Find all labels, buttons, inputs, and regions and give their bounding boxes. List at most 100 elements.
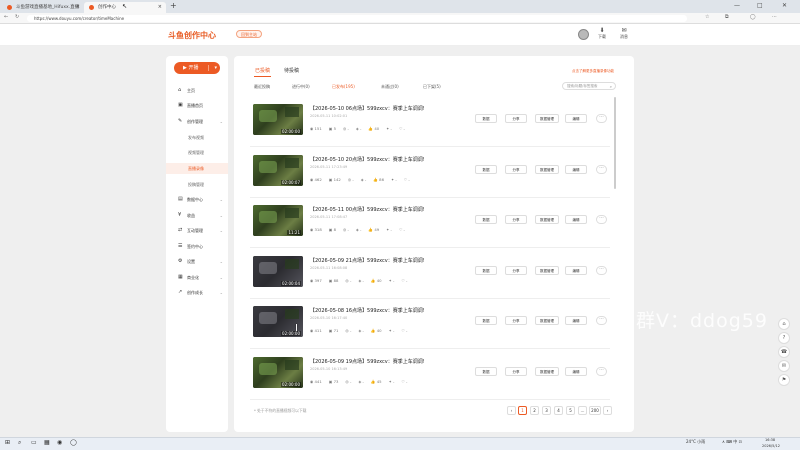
back-to-main-site-button[interactable]: 回到主站	[236, 30, 262, 38]
more-options-icon[interactable]: ···	[596, 367, 607, 376]
collections-icon[interactable]: ⧉	[725, 14, 729, 20]
avatar[interactable]	[578, 29, 589, 40]
close-tab-icon[interactable]: ×	[158, 2, 162, 13]
more-options-icon[interactable]: ···	[596, 215, 607, 224]
filter-published[interactable]: 已发布(195)	[332, 84, 355, 90]
video-thumbnail[interactable]: 02:00:04	[253, 256, 303, 287]
sidebar-item[interactable]: ↗ 创作成长 ⌄	[166, 287, 228, 298]
more-options-icon[interactable]: ···	[596, 114, 607, 123]
video-thumbnail[interactable]: 11:21	[253, 205, 303, 236]
data-button[interactable]: 数据	[475, 165, 497, 174]
data-manage-button[interactable]: 数据管理	[535, 215, 559, 224]
sidebar-item[interactable]: ✎ 创作管理 ⌄	[166, 116, 228, 127]
help-link[interactable]: 点击了解更多直播录像功能	[572, 69, 614, 74]
page-button[interactable]: 200	[589, 406, 601, 415]
home-tool-icon[interactable]: ⌂	[778, 318, 790, 330]
chevron-down-icon[interactable]: ⌄	[220, 116, 223, 127]
page-button[interactable]: ‹	[507, 406, 516, 415]
data-button[interactable]: 数据	[475, 215, 497, 224]
chevron-down-icon[interactable]: ⌄	[220, 272, 223, 283]
data-button[interactable]: 数据	[475, 316, 497, 325]
filter-recent[interactable]: 最近投稿	[254, 84, 270, 90]
video-thumbnail[interactable]: 02:00:00	[253, 357, 303, 388]
video-thumbnail[interactable]: 02:00:07	[253, 155, 303, 186]
menu-icon[interactable]: ···	[772, 14, 777, 20]
profile-icon[interactable]: ◯	[750, 14, 756, 20]
search-icon[interactable]: ⌕	[18, 439, 21, 447]
sidebar-subitem[interactable]: 投稿管理	[166, 179, 228, 190]
help-tool-icon[interactable]: ?	[778, 332, 790, 344]
data-button[interactable]: 数据	[475, 367, 497, 376]
app-icon[interactable]: ◉	[57, 439, 62, 446]
sidebar-item[interactable]: ☰ 签约中心	[166, 241, 228, 252]
start-icon[interactable]: ⊞	[5, 439, 10, 446]
refresh-icon[interactable]: ↻	[15, 14, 19, 20]
chevron-down-icon[interactable]: ⌄	[220, 225, 223, 236]
more-options-icon[interactable]: ···	[596, 165, 607, 174]
share-button[interactable]: 分享	[505, 367, 527, 376]
edit-button[interactable]: 编辑	[565, 266, 587, 275]
chevron-down-icon[interactable]: ⌄	[220, 194, 223, 205]
edge-browser-icon[interactable]: ◯	[70, 439, 77, 446]
back-icon[interactable]: ←	[4, 14, 8, 20]
edit-button[interactable]: 编辑	[565, 165, 587, 174]
sidebar-item[interactable]: ⌂ 主页	[166, 85, 228, 96]
chevron-down-icon[interactable]: ⌄	[220, 287, 223, 298]
browser-tab-1[interactable]: 斗鱼游戏直播基地_Hifuxx.直播 次 ×	[2, 2, 84, 21]
video-thumbnail[interactable]: 02:00:00	[253, 104, 303, 135]
minimize-button[interactable]: —	[734, 2, 740, 9]
sidebar-subitem[interactable]: 发布视频	[166, 132, 228, 143]
sidebar-subitem[interactable]: 视频管理	[166, 147, 228, 158]
system-tray[interactable]: ∧ ⌨ 中 ⊡	[722, 439, 742, 445]
page-button[interactable]: 3	[542, 406, 551, 415]
share-button[interactable]: 分享	[505, 316, 527, 325]
clock-date[interactable]: 2026/5/12	[762, 444, 780, 448]
share-button[interactable]: 分享	[505, 165, 527, 174]
phone-tool-icon[interactable]: ☎	[778, 346, 790, 358]
sidebar-item[interactable]: ▦ 商业化 ⌄	[166, 272, 228, 283]
data-manage-button[interactable]: 数据管理	[535, 165, 559, 174]
start-live-button[interactable]: ▶ 开播 ▾	[174, 62, 220, 74]
sidebar-subitem[interactable]: 直播录像	[166, 163, 228, 174]
share-button[interactable]: 分享	[505, 114, 527, 123]
chevron-down-icon[interactable]: ⌄	[220, 256, 223, 267]
more-options-icon[interactable]: ···	[596, 316, 607, 325]
weather[interactable]: 24°C 小雨	[686, 439, 705, 445]
filter-rejected[interactable]: 未通过(0)	[381, 84, 399, 90]
widgets-icon[interactable]: ▦	[44, 439, 50, 446]
edit-button[interactable]: 编辑	[565, 114, 587, 123]
tab-pending[interactable]: 待投稿	[284, 67, 299, 74]
data-button[interactable]: 数据	[475, 266, 497, 275]
share-button[interactable]: 分享	[505, 215, 527, 224]
favorites-icon[interactable]: ☆	[705, 14, 709, 20]
page-button[interactable]: 5	[566, 406, 575, 415]
edit-button[interactable]: 编辑	[565, 215, 587, 224]
edit-button[interactable]: 编辑	[565, 367, 587, 376]
sidebar-item[interactable]: ¥ 收益 ⌄	[166, 210, 228, 221]
sidebar-item[interactable]: ▤ 数据中心 ⌄	[166, 194, 228, 205]
sidebar-item[interactable]: ⇄ 互动管理 ⌄	[166, 225, 228, 236]
maximize-button[interactable]: □	[757, 2, 763, 9]
chevron-down-icon[interactable]: ⌄	[220, 210, 223, 221]
video-title[interactable]: 【2026-05-09 19点场】599zxcv：赛季上车调调!	[310, 358, 425, 365]
filter-removed[interactable]: 已下架(5)	[423, 84, 441, 90]
search-icon[interactable]: ⌕	[610, 83, 612, 90]
site-logo[interactable]: 斗鱼创作中心	[168, 30, 216, 41]
edit-button[interactable]: 编辑	[565, 316, 587, 325]
more-options-icon[interactable]: ···	[596, 266, 607, 275]
search-input[interactable]: 搜索/标题/标签搜索 ⌕	[562, 82, 616, 90]
page-button[interactable]: 2	[530, 406, 539, 415]
download-button[interactable]: ⬇ 下载	[594, 27, 610, 40]
clock-time[interactable]: 16:38	[765, 438, 775, 442]
share-button[interactable]: 分享	[505, 266, 527, 275]
close-tab-icon[interactable]: ×	[76, 2, 80, 13]
data-manage-button[interactable]: 数据管理	[535, 266, 559, 275]
data-button[interactable]: 数据	[475, 114, 497, 123]
close-window-button[interactable]: ✕	[782, 2, 787, 9]
page-button[interactable]: 1	[518, 406, 527, 415]
page-button[interactable]: 4	[554, 406, 563, 415]
page-button[interactable]: ›	[603, 406, 612, 415]
new-tab-button[interactable]: +	[170, 1, 177, 10]
chevron-down-icon[interactable]: ▾	[214, 62, 217, 74]
filter-in-progress[interactable]: 进行中(0)	[292, 84, 310, 90]
